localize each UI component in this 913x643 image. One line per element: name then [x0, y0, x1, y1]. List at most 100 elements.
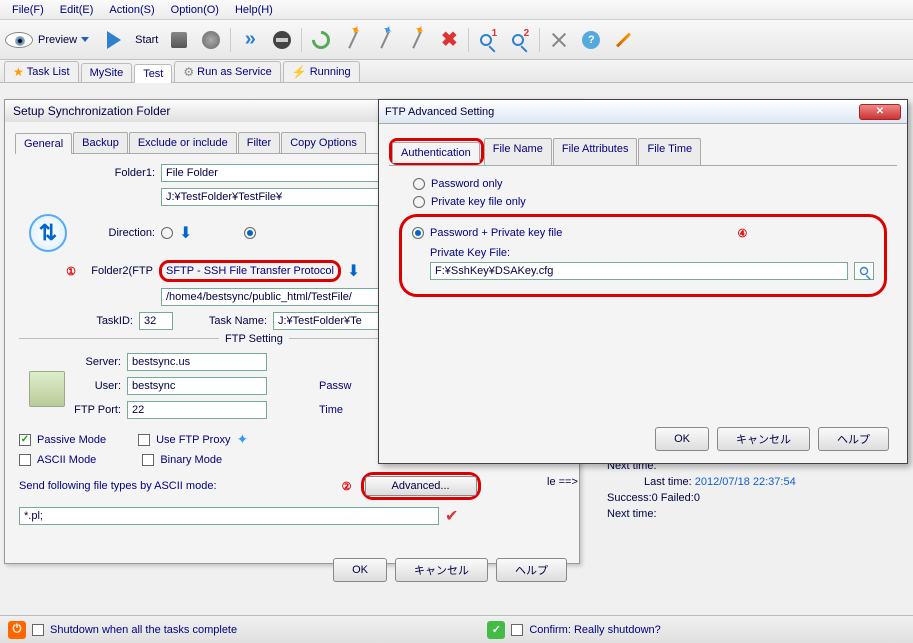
tab-exclude[interactable]: Exclude or include [129, 132, 237, 153]
magnifier-icon [512, 34, 524, 46]
recycle-icon [309, 27, 334, 52]
block-button[interactable] [267, 25, 297, 55]
help-icon: ? [582, 31, 600, 49]
help-button[interactable]: ヘルプ [818, 427, 889, 451]
tab-mysite[interactable]: MySite [81, 63, 133, 82]
le-label: le ==> [547, 476, 578, 488]
cancel-button[interactable]: キャンセル [717, 427, 810, 451]
ftp-dialog-titlebar: FTP Advanced Setting ✕ [379, 100, 907, 124]
tab-label: MySite [90, 67, 124, 79]
direction-label: Direction: [99, 227, 155, 239]
menu-option[interactable]: Option(O) [163, 2, 227, 18]
ascii-types-field[interactable]: *.pl; [19, 507, 439, 525]
cancel-button[interactable]: キャンセル [395, 558, 488, 582]
tab-tasklist[interactable]: ★Task List [4, 61, 79, 82]
taskid-label: TaskID: [89, 315, 133, 327]
taskid-field[interactable]: 32 [139, 312, 173, 330]
passive-mode-checkbox[interactable] [19, 434, 31, 446]
port-field[interactable]: 22 [127, 401, 267, 419]
help-button[interactable]: ヘルプ [496, 558, 567, 582]
shutdown-checkbox[interactable] [32, 624, 44, 636]
delete-button[interactable]: ✖ [434, 25, 464, 55]
private-key-only-radio[interactable] [413, 196, 425, 208]
password-pk-radio[interactable] [412, 227, 424, 239]
folder2-label: Folder2(FTP [85, 265, 153, 277]
server-label: Server: [71, 356, 121, 368]
menu-file[interactable]: File(F) [4, 2, 52, 18]
tab-backup[interactable]: Backup [73, 132, 128, 153]
gear-icon: ⚙ [183, 65, 194, 79]
search2-button[interactable]: 2 [505, 25, 535, 55]
private-key-path-field[interactable]: F:¥SshKey¥DSAKey.cfg [430, 262, 848, 280]
tab-filter[interactable]: Filter [238, 132, 280, 153]
browse-button[interactable] [854, 262, 874, 280]
tab-copy[interactable]: Copy Options [281, 132, 366, 153]
tab-label: Running [310, 66, 351, 78]
menu-edit[interactable]: Edit(E) [52, 2, 102, 18]
toolbar-separator [301, 28, 302, 52]
tab-runservice[interactable]: ⚙Run as Service [174, 61, 280, 82]
tab-filename[interactable]: File Name [484, 138, 552, 165]
time-label: Time [319, 404, 343, 416]
close-button[interactable]: ✕ [859, 104, 901, 120]
direction-radio-2[interactable] [244, 227, 256, 239]
search1-button[interactable]: 1 [473, 25, 503, 55]
tab-fileattributes[interactable]: File Attributes [553, 138, 638, 165]
folder2-protocol-field[interactable]: SFTP - SSH File Transfer Protocol [159, 260, 341, 282]
fastforward-button[interactable]: » [235, 25, 265, 55]
wand-orange-button[interactable] [338, 25, 368, 55]
server-field[interactable]: bestsync.us [127, 353, 267, 371]
user-field[interactable]: bestsync [127, 377, 267, 395]
preview-dropdown-icon[interactable] [81, 37, 89, 42]
ok-button[interactable]: OK [333, 558, 387, 582]
success-fail: Success:0 Failed:0 [607, 492, 907, 504]
toolbar-separator [539, 28, 540, 52]
power-icon: ⏻ [8, 621, 26, 639]
badge-2: 2 [524, 28, 530, 39]
check-icon: ✓ [487, 621, 505, 639]
tab-filetime[interactable]: File Time [638, 138, 701, 165]
private-key-only-label: Private key file only [431, 196, 526, 208]
ascii-mode-checkbox[interactable] [19, 454, 31, 466]
wand-orange2-button[interactable] [402, 25, 432, 55]
binary-mode-checkbox[interactable] [142, 454, 154, 466]
wand-blue-button[interactable] [370, 25, 400, 55]
tab-general[interactable]: General [15, 133, 72, 154]
password-pk-label: Password + Private key file [430, 227, 562, 239]
recycle-button[interactable] [306, 25, 336, 55]
tab-authentication[interactable]: Authentication [392, 142, 480, 163]
annotation-4: ④ [734, 225, 750, 241]
ok-button[interactable]: OK [655, 427, 709, 451]
confirm-label: Confirm: Really shutdown? [529, 624, 660, 636]
preview-label: Preview [36, 34, 79, 46]
preview-button[interactable] [4, 25, 34, 55]
ascii-types-label: Send following file types by ASCII mode: [19, 480, 217, 492]
toolbar-separator [468, 28, 469, 52]
use-proxy-checkbox[interactable] [138, 434, 150, 446]
password-only-radio[interactable] [413, 178, 425, 190]
down-arrow-icon: ⬇ [347, 261, 360, 281]
toolbar-separator [230, 28, 231, 52]
down-arrow-icon: ⬇ [179, 223, 192, 243]
confirm-checkbox[interactable] [511, 624, 523, 636]
tab-test[interactable]: Test [134, 64, 172, 83]
help-button[interactable]: ? [576, 25, 606, 55]
tab-running[interactable]: ⚡Running [283, 61, 360, 82]
ascii-mode-label: ASCII Mode [37, 454, 96, 466]
badge-1: 1 [492, 28, 498, 39]
edit-button[interactable] [608, 25, 638, 55]
start-button[interactable] [99, 25, 129, 55]
checkmark-icon: ✔ [445, 506, 458, 526]
tab-label: Run as Service [197, 66, 272, 78]
menu-bar: File(F) Edit(E) Action(S) Option(O) Help… [0, 0, 913, 20]
direction-radio-1[interactable] [161, 227, 173, 239]
settings-button[interactable] [196, 25, 226, 55]
star-icon: ✦ [236, 431, 248, 448]
advanced-button[interactable]: Advanced... [365, 476, 477, 496]
shutdown-label: Shutdown when all the tasks complete [50, 624, 237, 636]
noentry-icon [273, 31, 291, 49]
menu-help[interactable]: Help(H) [227, 2, 281, 18]
stop-button[interactable] [164, 25, 194, 55]
menu-action[interactable]: Action(S) [101, 2, 162, 18]
tools-button[interactable] [544, 25, 574, 55]
